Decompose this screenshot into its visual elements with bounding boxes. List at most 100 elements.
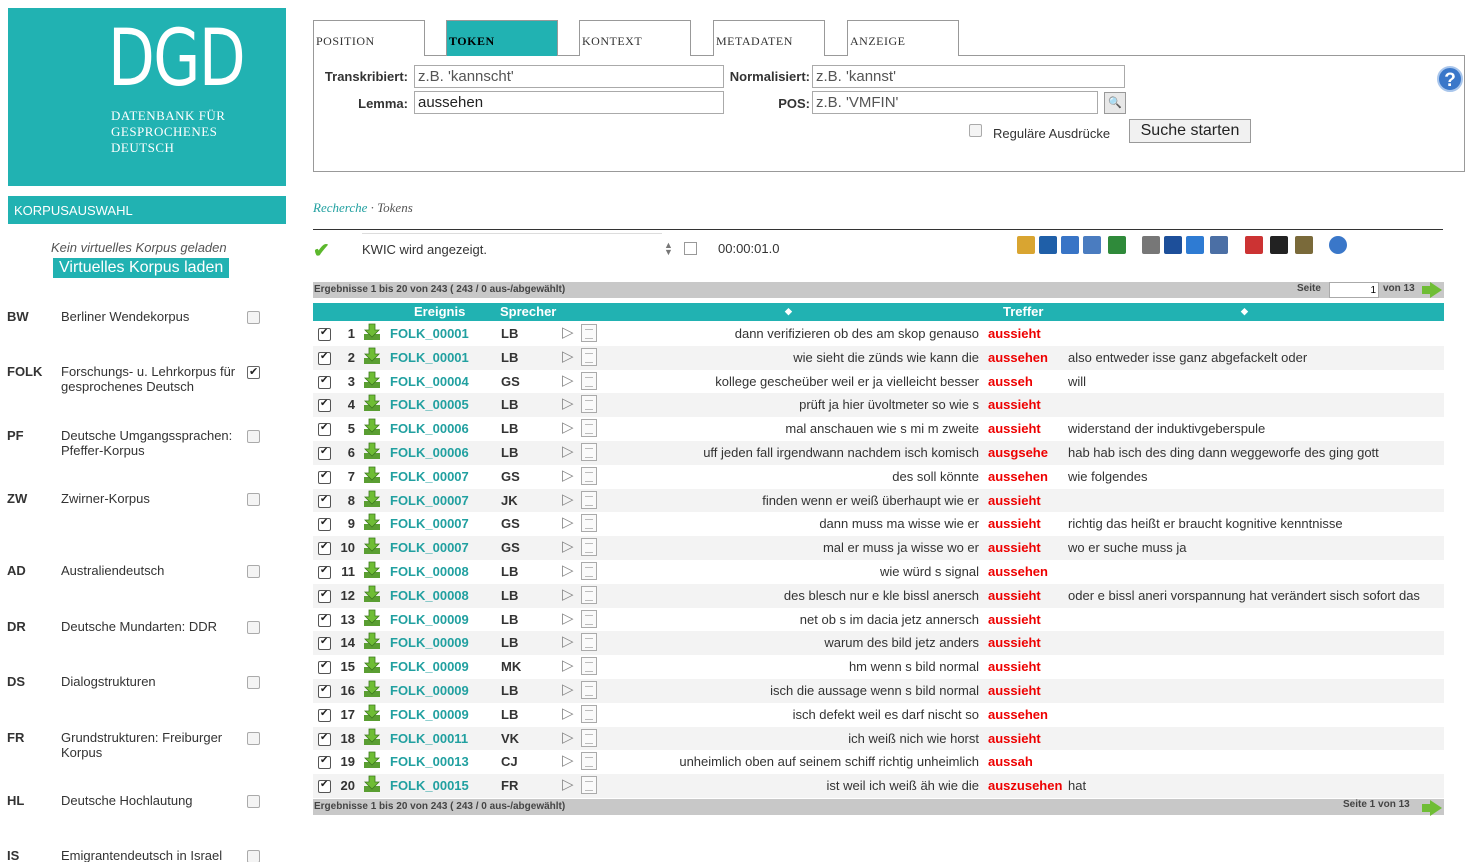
play-icon[interactable]: ▷ — [562, 609, 574, 627]
row-checkbox[interactable] — [318, 517, 331, 532]
row-checkbox[interactable] — [318, 636, 331, 651]
event-link[interactable]: FOLK_00005 — [390, 397, 469, 412]
kwic-hit[interactable]: aussieht — [988, 612, 1041, 627]
columns-icon[interactable] — [1210, 236, 1228, 254]
kwic-hit[interactable]: aussieht — [988, 588, 1041, 603]
download-icon[interactable] — [363, 775, 381, 793]
play-icon[interactable]: ▷ — [562, 442, 574, 460]
transcript-icon[interactable] — [581, 347, 597, 366]
corpus-checkbox[interactable] — [247, 850, 260, 862]
row-checkbox[interactable] — [318, 470, 331, 484]
download-icon[interactable] — [363, 537, 381, 555]
event-link[interactable]: FOLK_00008 — [390, 588, 469, 603]
event-link[interactable]: FOLK_00001 — [390, 326, 469, 341]
corpus-checkbox[interactable] — [247, 430, 260, 443]
event-link[interactable]: FOLK_00006 — [390, 421, 469, 436]
download-icon[interactable] — [363, 561, 381, 579]
corpus-checkbox[interactable] — [247, 565, 260, 578]
kwic-hit[interactable]: aussehen — [988, 707, 1048, 722]
excel-icon[interactable] — [1108, 236, 1126, 254]
play-icon[interactable]: ▷ — [562, 751, 574, 769]
corpus-checkbox[interactable] — [247, 676, 260, 689]
transcript-icon[interactable] — [581, 633, 597, 652]
transcript-icon[interactable] — [581, 704, 597, 723]
event-link[interactable]: FOLK_00004 — [390, 374, 469, 389]
col-ereignis[interactable]: Ereignis — [414, 304, 465, 319]
row-checkbox[interactable] — [318, 327, 331, 341]
copy-icon[interactable] — [1142, 236, 1160, 254]
row-checkbox[interactable] — [318, 446, 331, 460]
download-icon[interactable] — [363, 513, 381, 531]
play-icon[interactable]: ▷ — [562, 656, 574, 674]
transcript-icon[interactable] — [581, 371, 597, 390]
kwic-hit[interactable]: ausseh — [988, 374, 1033, 389]
page-number-input[interactable] — [1329, 282, 1379, 298]
sort-right-icon[interactable]: ◆ — [1241, 306, 1248, 317]
help-icon[interactable] — [1329, 236, 1347, 254]
event-link[interactable]: FOLK_00011 — [390, 731, 468, 746]
bar-chart-icon[interactable] — [1186, 236, 1204, 254]
play-icon[interactable]: ▷ — [562, 513, 574, 531]
transcript-icon[interactable] — [581, 395, 597, 414]
kwic-hit[interactable]: aussieht — [988, 397, 1041, 412]
transcript-icon[interactable] — [581, 538, 597, 557]
flag-icon[interactable] — [1270, 236, 1288, 254]
download-icon[interactable] — [363, 680, 381, 698]
download-icon[interactable] — [363, 632, 381, 650]
load-virtual-corpus-button[interactable]: Virtuelles Korpus laden — [53, 258, 230, 278]
row-checkbox[interactable] — [318, 541, 331, 556]
download-icon[interactable] — [363, 466, 381, 484]
kwic-hit[interactable]: aussieht — [988, 635, 1041, 650]
event-link[interactable]: FOLK_00009 — [390, 659, 469, 674]
next-page-bottom-arrow-icon[interactable] — [1422, 800, 1442, 816]
row-checkbox[interactable] — [318, 732, 331, 746]
status-checkbox[interactable] — [684, 242, 697, 255]
corpus-checkbox[interactable] — [247, 732, 260, 745]
transcript-icon[interactable] — [581, 728, 597, 747]
row-checkbox[interactable] — [318, 684, 331, 698]
download-icon[interactable] — [363, 728, 381, 746]
kwic-hit[interactable]: aussieht — [988, 493, 1041, 508]
play-icon[interactable]: ▷ — [562, 632, 574, 650]
transcript-icon[interactable] — [581, 609, 597, 628]
corpus-checkbox[interactable] — [247, 621, 260, 634]
row-checkbox[interactable] — [318, 351, 331, 365]
kwic-hit[interactable]: aussieht — [988, 326, 1041, 341]
download-icon[interactable] — [363, 323, 381, 341]
event-link[interactable]: FOLK_00007 — [390, 516, 469, 531]
event-link[interactable]: FOLK_00007 — [390, 540, 469, 555]
row-checkbox[interactable] — [318, 660, 331, 675]
download-icon[interactable] — [363, 751, 381, 769]
row-checkbox[interactable] — [318, 708, 331, 722]
lemma-input[interactable] — [414, 91, 724, 114]
kwic-hit[interactable]: ausgsehe — [988, 445, 1048, 460]
open-folder-icon[interactable] — [1017, 236, 1035, 254]
corpus-checkbox[interactable] — [247, 493, 260, 506]
event-link[interactable]: FOLK_00009 — [390, 635, 469, 650]
play-icon[interactable]: ▷ — [562, 775, 574, 793]
event-link[interactable]: FOLK_00001 — [390, 350, 469, 365]
transkribiert-input[interactable] — [414, 65, 724, 88]
event-link[interactable]: FOLK_00015 — [390, 778, 469, 793]
kwic-hit[interactable]: aussehen — [988, 469, 1048, 484]
download-icon[interactable] — [363, 609, 381, 627]
transcript-icon[interactable] — [581, 657, 597, 676]
transcript-icon[interactable] — [581, 419, 597, 438]
kwic-hit[interactable]: auszusehen — [988, 778, 1062, 793]
kwic-hit[interactable]: aussehen — [988, 350, 1048, 365]
row-checkbox[interactable] — [318, 589, 331, 603]
transcript-icon[interactable] — [581, 443, 597, 461]
help-icon[interactable]: ? — [1437, 66, 1463, 92]
play-icon[interactable]: ▷ — [562, 323, 574, 341]
download-icon[interactable] — [363, 418, 381, 436]
tab-token[interactable]: TOKEN — [446, 20, 558, 56]
play-icon[interactable]: ▷ — [562, 561, 574, 579]
download-icon[interactable] — [363, 442, 381, 460]
archive-icon[interactable] — [1295, 236, 1313, 254]
shuffle-icon[interactable] — [1164, 236, 1182, 254]
breadcrumb-link-recherche[interactable]: Recherche — [313, 200, 367, 215]
tab-position[interactable]: POSITION — [313, 20, 425, 56]
row-checkbox[interactable] — [318, 398, 331, 413]
play-icon[interactable]: ▷ — [562, 394, 574, 412]
kwic-hit[interactable]: aussieht — [988, 540, 1041, 555]
